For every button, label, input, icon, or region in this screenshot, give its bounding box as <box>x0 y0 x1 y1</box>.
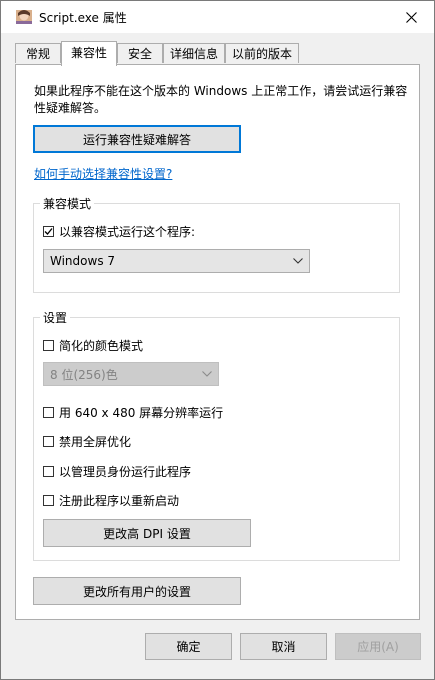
res-640-label: 用 640 x 480 屏幕分辨率运行 <box>59 406 224 420</box>
disable-fullscreen-checkbox[interactable] <box>43 436 54 447</box>
window-title: Script.exe 属性 <box>39 11 127 25</box>
color-depth-select[interactable]: 8 位(256)色 <box>43 362 219 386</box>
settings-label: 设置 <box>40 309 71 326</box>
register-restart-checkbox[interactable] <box>43 495 54 506</box>
cancel-button[interactable]: 取消 <box>240 633 327 660</box>
dialog-footer: 确定 取消 应用(A) <box>1 623 434 679</box>
compatibility-panel: 如果此程序不能在这个版本的 Windows 上正常工作，请尝试运行兼容性疑难解答… <box>15 64 420 620</box>
settings-group: 设置 简化的颜色模式 8 位(256)色 用 640 x 480 屏幕分辨率运行… <box>33 309 400 561</box>
reduced-color-label: 简化的颜色模式 <box>59 339 144 353</box>
os-version-value: Windows 7 <box>50 254 116 268</box>
tab-general[interactable]: 常规 <box>15 43 61 63</box>
register-restart-row[interactable]: 注册此程序以重新启动 <box>43 492 179 509</box>
tab-security[interactable]: 安全 <box>117 43 163 63</box>
tab-previous-versions[interactable]: 以前的版本 <box>225 43 299 63</box>
run-admin-row[interactable]: 以管理员身份运行此程序 <box>43 463 191 480</box>
ok-button[interactable]: 确定 <box>145 633 232 660</box>
compat-mode-group: 兼容模式 以兼容模式运行这个程序: Windows 7 <box>33 195 400 293</box>
disable-fullscreen-label: 禁用全屏优化 <box>59 435 132 449</box>
register-restart-label: 注册此程序以重新启动 <box>59 494 180 508</box>
title-bar: Script.exe 属性 <box>1 1 434 33</box>
os-version-select[interactable]: Windows 7 <box>43 249 310 273</box>
res-640-checkbox[interactable] <box>43 407 54 418</box>
properties-window: Script.exe 属性 常规 兼容性 安全 详细信息 以前的版本 如果此程序… <box>0 0 435 680</box>
run-admin-checkbox[interactable] <box>43 466 54 477</box>
compat-mode-checkbox-row[interactable]: 以兼容模式运行这个程序: <box>43 223 195 240</box>
app-icon <box>16 10 32 24</box>
reduced-color-row[interactable]: 简化的颜色模式 <box>43 337 143 354</box>
compat-mode-label: 兼容模式 <box>40 195 95 212</box>
chevron-down-icon <box>293 258 303 264</box>
reduced-color-checkbox[interactable] <box>43 340 54 351</box>
color-depth-value: 8 位(256)色 <box>50 367 118 382</box>
res-640-row[interactable]: 用 640 x 480 屏幕分辨率运行 <box>43 404 223 421</box>
close-icon <box>405 11 417 23</box>
intro-text: 如果此程序不能在这个版本的 Windows 上正常工作，请尝试运行兼容性疑难解答… <box>34 84 408 115</box>
checkmark-icon <box>44 228 53 235</box>
close-button[interactable] <box>388 1 434 33</box>
compat-mode-checkbox[interactable] <box>43 226 54 237</box>
run-troubleshooter-button[interactable]: 运行兼容性疑难解答 <box>33 125 241 153</box>
change-all-users-button[interactable]: 更改所有用户的设置 <box>33 577 241 605</box>
disable-fullscreen-row[interactable]: 禁用全屏优化 <box>43 433 131 450</box>
manual-settings-link[interactable]: 如何手动选择兼容性设置? <box>34 165 172 182</box>
chevron-down-icon <box>202 371 212 377</box>
compat-mode-checkbox-label: 以兼容模式运行这个程序: <box>59 225 196 239</box>
tab-compatibility[interactable]: 兼容性 <box>61 41 117 66</box>
run-admin-label: 以管理员身份运行此程序 <box>59 465 192 479</box>
change-dpi-button[interactable]: 更改高 DPI 设置 <box>43 519 251 547</box>
tab-details[interactable]: 详细信息 <box>163 43 225 63</box>
apply-button[interactable]: 应用(A) <box>335 633 421 660</box>
